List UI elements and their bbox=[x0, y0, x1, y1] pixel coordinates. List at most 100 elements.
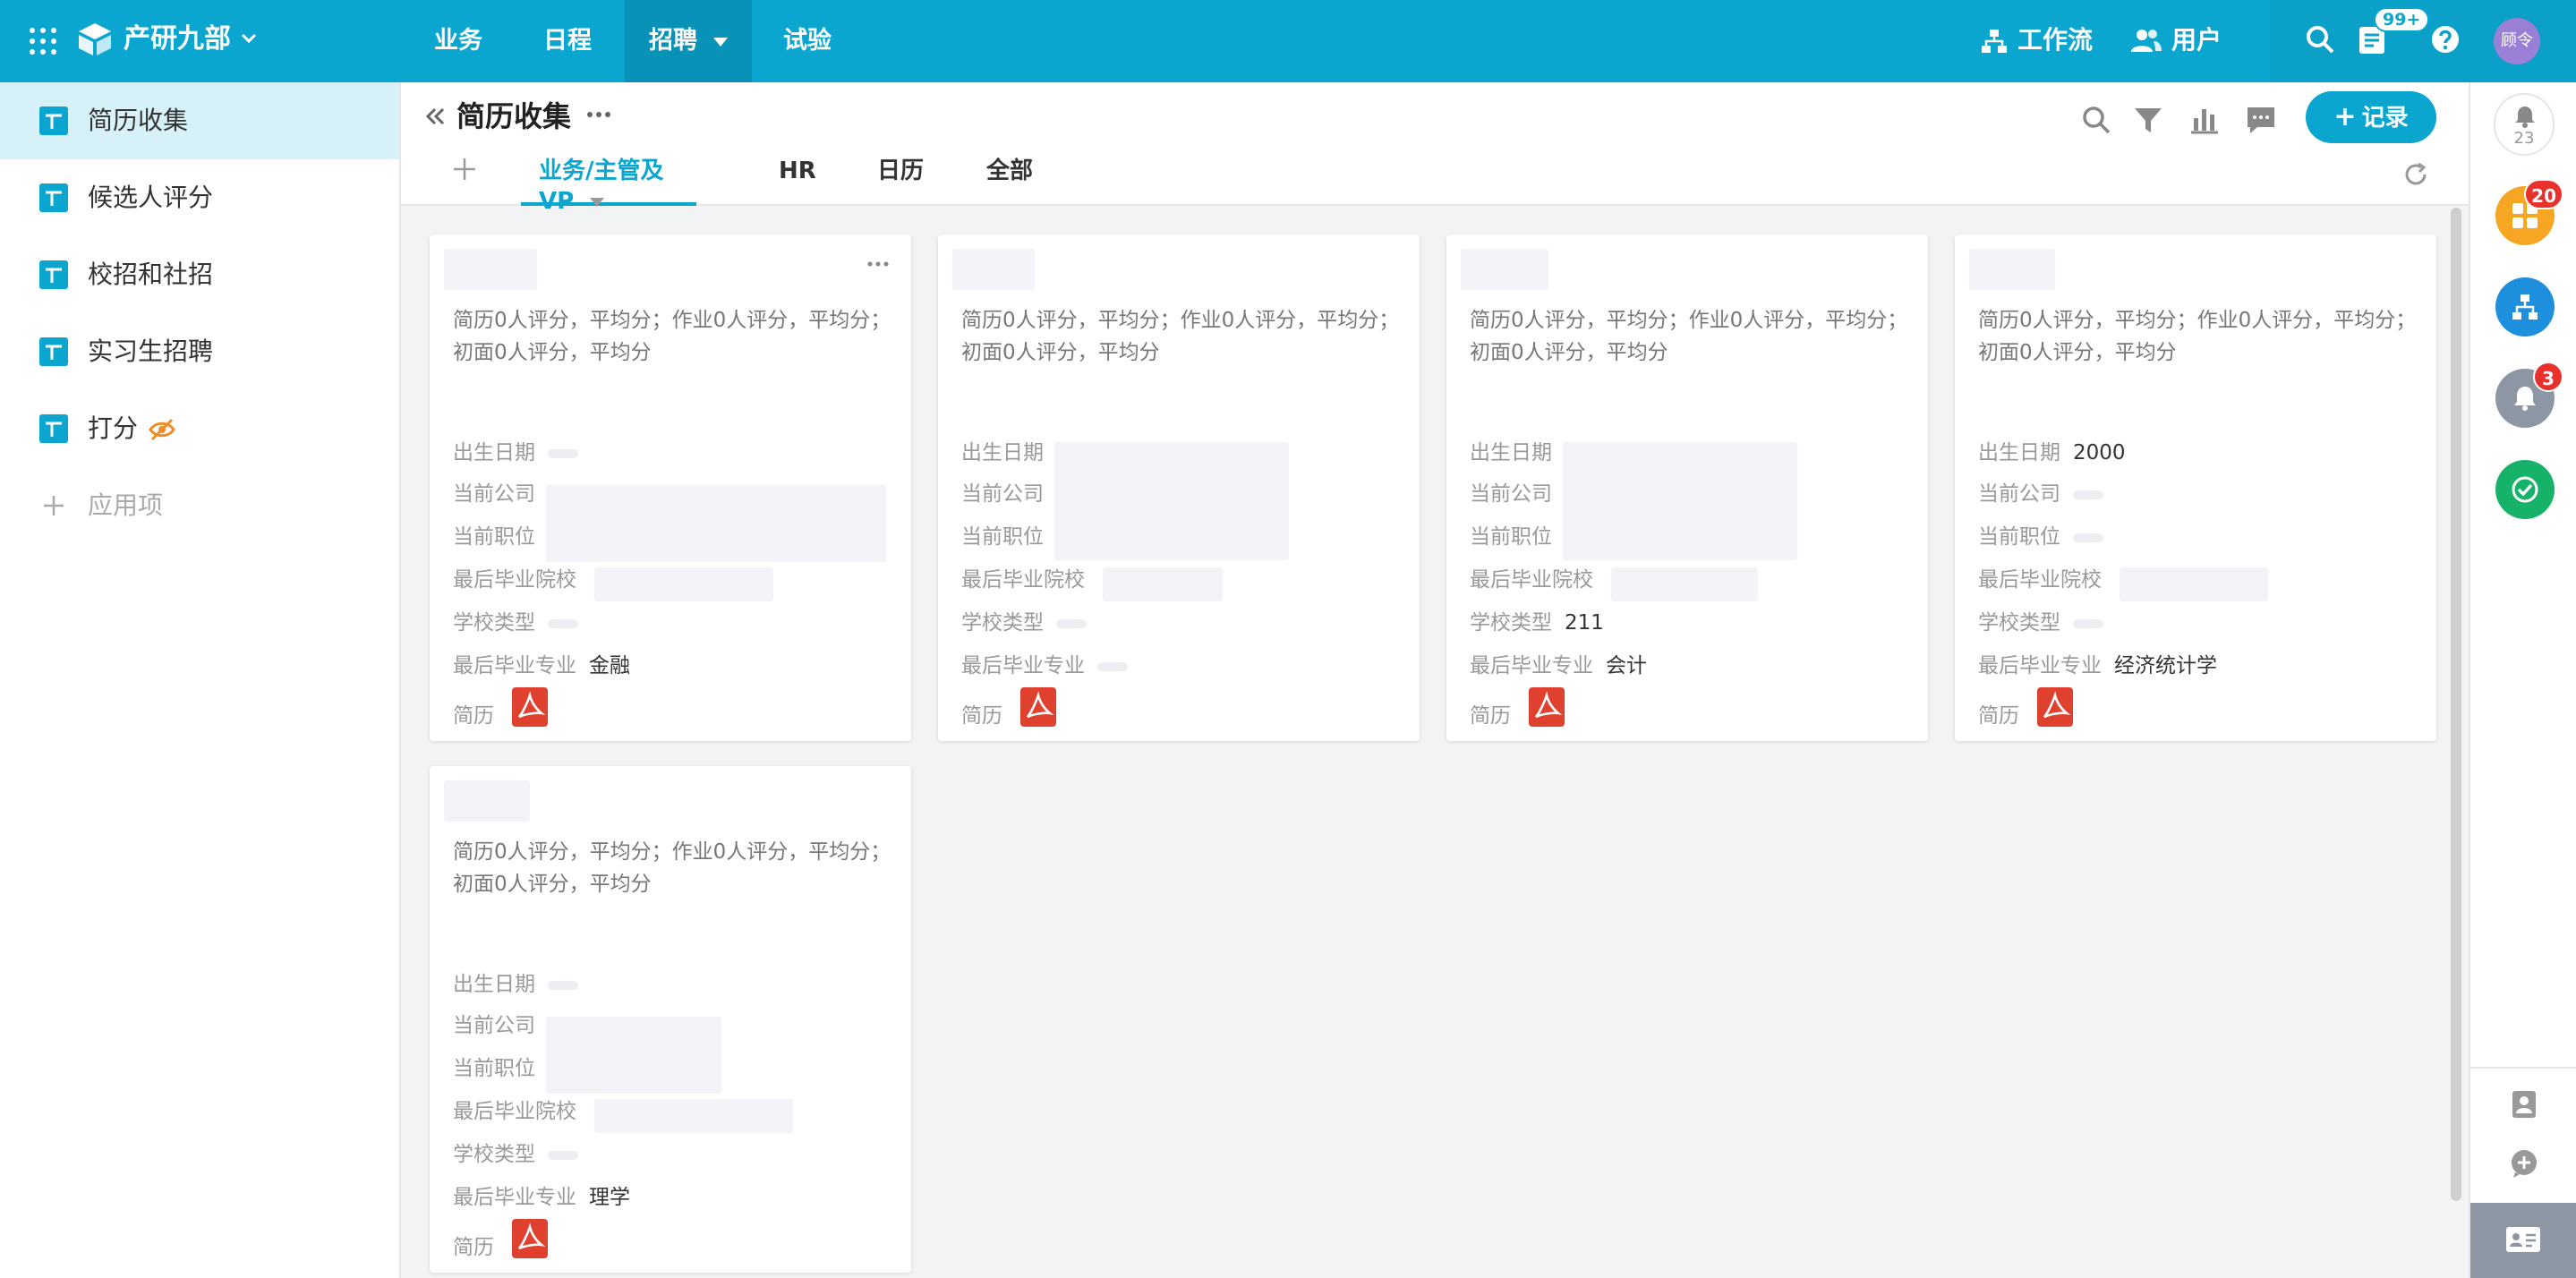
users-icon bbox=[2131, 30, 2162, 52]
pdf-file-icon[interactable] bbox=[512, 1219, 548, 1258]
task-count-badge: 99+ bbox=[2374, 7, 2430, 32]
workflow-link[interactable]: 工作流 bbox=[1980, 20, 2093, 61]
field-birth-date: 出生日期 bbox=[1470, 435, 1552, 471]
nav-tab-business[interactable]: 业务 bbox=[421, 0, 496, 82]
chart-icon[interactable] bbox=[2186, 102, 2222, 138]
add-chat-icon[interactable] bbox=[2508, 1147, 2540, 1180]
value-placeholder bbox=[1103, 567, 1223, 601]
record-card[interactable]: 简历0人评分，平均分；作业0人评分，平均分；初面0人评分，平均分 出生日期 当前… bbox=[430, 766, 911, 1273]
search-icon[interactable] bbox=[2302, 21, 2338, 57]
record-card[interactable]: 简历0人评分，平均分；作业0人评分，平均分；初面0人评分，平均分 出生日期 200… bbox=[1955, 234, 2436, 741]
org-logo-icon bbox=[79, 23, 111, 55]
view-tab-calendar[interactable]: 日历 bbox=[877, 156, 924, 206]
field-value: 理学 bbox=[589, 1186, 630, 1209]
rail-profile-panel-button[interactable] bbox=[2470, 1203, 2576, 1278]
org-name[interactable]: 产研九部 bbox=[124, 21, 231, 57]
field-label: 最后毕业专业 bbox=[453, 1186, 576, 1209]
add-record-button[interactable]: + 记录 bbox=[2306, 91, 2436, 143]
value-placeholder bbox=[546, 485, 886, 562]
more-icon[interactable] bbox=[585, 109, 612, 120]
field-label: 学校类型 bbox=[961, 611, 1044, 635]
sidebar-item-campus-social[interactable]: 校招和社招 bbox=[0, 236, 399, 313]
field-major: 最后毕业专业 金融 bbox=[453, 648, 630, 684]
sidebar-item-scoring[interactable]: 打分 bbox=[0, 390, 399, 467]
field-current-company: 当前公司 bbox=[1978, 476, 2103, 512]
plus-icon: + bbox=[2333, 101, 2357, 132]
field-current-position: 当前职位 bbox=[961, 519, 1044, 555]
field-label: 最后毕业院校 bbox=[453, 568, 576, 592]
field-label: 当前公司 bbox=[453, 1014, 535, 1037]
refresh-icon[interactable] bbox=[2402, 161, 2429, 188]
board-scrollbar[interactable] bbox=[2451, 208, 2461, 1201]
field-value: 211 bbox=[1565, 611, 1604, 635]
search-icon[interactable] bbox=[2078, 102, 2114, 138]
view-tab-business-vp[interactable]: 业务/主管及VP bbox=[521, 156, 696, 215]
field-school: 最后毕业院校 bbox=[453, 562, 576, 598]
user-avatar[interactable]: 顾令 bbox=[2494, 18, 2540, 64]
view-tab-hr[interactable]: HR bbox=[779, 156, 816, 206]
nav-tab-trial[interactable]: 试验 bbox=[770, 0, 845, 82]
caret-down-icon bbox=[590, 197, 605, 207]
record-card[interactable]: 简历0人评分，平均分；作业0人评分，平均分；初面0人评分，平均分 出生日期 当前… bbox=[430, 234, 911, 741]
field-label: 出生日期 bbox=[1978, 441, 2060, 464]
app-grid-icon[interactable] bbox=[27, 25, 59, 57]
field-school-type: 学校类型 bbox=[453, 605, 578, 641]
empty-value bbox=[1056, 618, 1087, 628]
view-tab-all[interactable]: 全部 bbox=[986, 156, 1033, 206]
more-icon[interactable] bbox=[866, 260, 890, 268]
field-school-type: 学校类型 bbox=[961, 605, 1087, 641]
pdf-file-icon[interactable] bbox=[512, 687, 548, 727]
contacts-icon[interactable] bbox=[2508, 1088, 2540, 1120]
id-card-icon bbox=[2506, 1227, 2540, 1252]
sidebar-item-candidate-rating[interactable]: 候选人评分 bbox=[0, 159, 399, 236]
sidebar-item-intern-recruiting[interactable]: 实习生招聘 bbox=[0, 313, 399, 390]
comment-icon[interactable] bbox=[2243, 102, 2279, 138]
sidebar-item-resume-collection[interactable]: 简历收集 bbox=[0, 82, 399, 159]
field-value: 经济统计学 bbox=[2114, 654, 2217, 677]
pdf-file-icon[interactable] bbox=[2037, 687, 2073, 727]
help-icon[interactable] bbox=[2427, 21, 2463, 57]
nav-tab-recruiting[interactable]: 招聘 bbox=[625, 0, 752, 82]
field-label: 最后毕业院校 bbox=[961, 568, 1085, 592]
rail-app-org[interactable] bbox=[2495, 277, 2555, 337]
field-label: 最后毕业专业 bbox=[1470, 654, 1593, 677]
org-chart-icon bbox=[2512, 294, 2538, 320]
field-major: 最后毕业专业 理学 bbox=[453, 1180, 630, 1215]
field-label: 简历 bbox=[453, 704, 494, 728]
record-card[interactable]: 简历0人评分，平均分；作业0人评分，平均分；初面0人评分，平均分 出生日期 当前… bbox=[1446, 234, 1928, 741]
empty-value bbox=[548, 980, 578, 990]
add-view-icon[interactable] bbox=[451, 156, 478, 183]
field-current-position: 当前职位 bbox=[453, 519, 535, 555]
page-title: 简历收集 bbox=[456, 99, 572, 133]
card-summary: 简历0人评分，平均分；作业0人评分，平均分；初面0人评分，平均分 bbox=[1470, 309, 1908, 364]
chevron-down-icon[interactable] bbox=[238, 27, 260, 48]
collapse-sidebar-icon[interactable] bbox=[421, 102, 449, 131]
app-badge: 3 bbox=[2533, 362, 2563, 392]
pdf-file-icon[interactable] bbox=[1529, 687, 1565, 727]
field-school: 最后毕业院校 bbox=[961, 562, 1085, 598]
pdf-file-icon[interactable] bbox=[1020, 687, 1056, 727]
sidebar-add-label: 应用项 bbox=[88, 490, 164, 520]
sidebar-add-app-item[interactable]: 应用项 bbox=[0, 467, 399, 544]
users-link[interactable]: 用户 bbox=[2130, 20, 2222, 61]
field-school-type: 学校类型 bbox=[1978, 605, 2103, 641]
field-label: 最后毕业专业 bbox=[961, 654, 1085, 677]
rail-app-dashboard[interactable]: 20 bbox=[2495, 179, 2563, 245]
value-placeholder bbox=[1563, 442, 1797, 560]
field-label: 出生日期 bbox=[453, 441, 535, 464]
rail-app-tasks[interactable] bbox=[2495, 460, 2555, 519]
check-circle-icon bbox=[2512, 476, 2538, 503]
record-card[interactable]: 简历0人评分，平均分；作业0人评分，平均分；初面0人评分，平均分 出生日期 当前… bbox=[938, 234, 1420, 741]
filter-icon[interactable] bbox=[2130, 102, 2166, 138]
rail-app-notifications[interactable]: 3 bbox=[2495, 362, 2563, 428]
sidebar-item-label: 简历收集 bbox=[88, 106, 189, 135]
bell-icon bbox=[2514, 387, 2536, 411]
field-birth-date: 出生日期 2000 bbox=[1978, 435, 2126, 471]
rail-divider bbox=[2470, 1067, 2576, 1069]
field-label: 学校类型 bbox=[453, 611, 535, 635]
sidebar-item-label: 校招和社招 bbox=[88, 260, 214, 289]
notification-button[interactable]: 23 bbox=[2494, 93, 2555, 156]
nav-tab-schedule[interactable]: 日程 bbox=[530, 0, 605, 82]
field-resume: 简历 bbox=[961, 698, 1002, 734]
empty-value bbox=[548, 448, 578, 458]
